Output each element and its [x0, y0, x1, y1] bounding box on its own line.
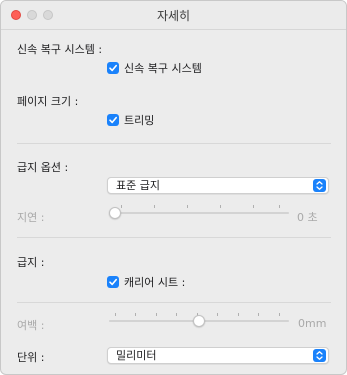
carrier-sheet-checkbox[interactable]	[107, 276, 119, 288]
units-selected: 밀리미터	[116, 349, 157, 362]
slider-tick	[115, 313, 116, 316]
delay-label: 지연 :	[17, 211, 45, 224]
slider-tick	[135, 313, 136, 316]
quick-recovery-label: 신속 복구 시스템 :	[17, 43, 103, 56]
slider-tick	[156, 313, 157, 316]
checkmark-icon	[109, 116, 117, 124]
section-divider	[17, 143, 331, 144]
margin-value: 0mm	[298, 317, 327, 330]
slider-tick	[279, 205, 280, 208]
delay-value: 0 초	[297, 211, 318, 224]
updown-chevron-icon	[313, 179, 326, 192]
units-label: 단위 :	[17, 351, 45, 364]
checkmark-icon	[109, 64, 117, 72]
checkmark-icon	[109, 278, 117, 286]
quick-recovery-checkbox-label: 신속 복구 시스템	[124, 62, 202, 75]
trimming-checkbox-row[interactable]: 트리밍	[107, 112, 154, 128]
carrier-sheet-checkbox-label: 캐리어 시트 :	[124, 276, 186, 289]
slider-tick	[176, 313, 177, 316]
carrier-sheet-checkbox-row[interactable]: 캐리어 시트 :	[107, 274, 185, 290]
slider-tick	[258, 313, 259, 316]
quick-recovery-checkbox[interactable]	[107, 62, 119, 74]
slider-tick	[187, 205, 188, 208]
slider-tick	[253, 205, 254, 208]
section-divider	[17, 302, 331, 303]
slider-tick	[220, 205, 221, 208]
trimming-checkbox-label: 트리밍	[124, 114, 155, 127]
slider-tick	[217, 313, 218, 316]
margin-label: 여백 :	[17, 319, 45, 332]
page-size-label: 페이지 크기 :	[17, 95, 79, 108]
title-bar: 자세히	[1, 1, 346, 30]
delay-slider-track	[109, 212, 289, 214]
margin-slider[interactable]	[109, 312, 289, 330]
slider-tick	[279, 313, 280, 316]
window-title: 자세히	[156, 9, 191, 23]
feed-label: 급지 :	[17, 256, 45, 269]
slider-tick	[154, 205, 155, 208]
delay-slider[interactable]	[109, 204, 289, 222]
details-window: 자세히 신속 복구 시스템 : 신속 복구 시스템 페이지 크기 : 트리밍 급…	[0, 0, 347, 375]
feed-options-select[interactable]: 표준 급지	[107, 177, 329, 194]
delay-slider-knob[interactable]	[109, 207, 121, 219]
section-divider	[17, 237, 331, 238]
feed-options-selected: 표준 급지	[116, 179, 160, 192]
slider-tick	[238, 313, 239, 316]
trimming-checkbox[interactable]	[107, 114, 119, 126]
feed-options-label: 급지 옵션 :	[17, 161, 69, 174]
quick-recovery-checkbox-row[interactable]: 신속 복구 시스템	[107, 60, 202, 76]
margin-slider-knob[interactable]	[193, 315, 205, 327]
updown-chevron-icon	[313, 349, 326, 362]
slider-tick	[121, 205, 122, 208]
units-select[interactable]: 밀리미터	[107, 347, 329, 364]
